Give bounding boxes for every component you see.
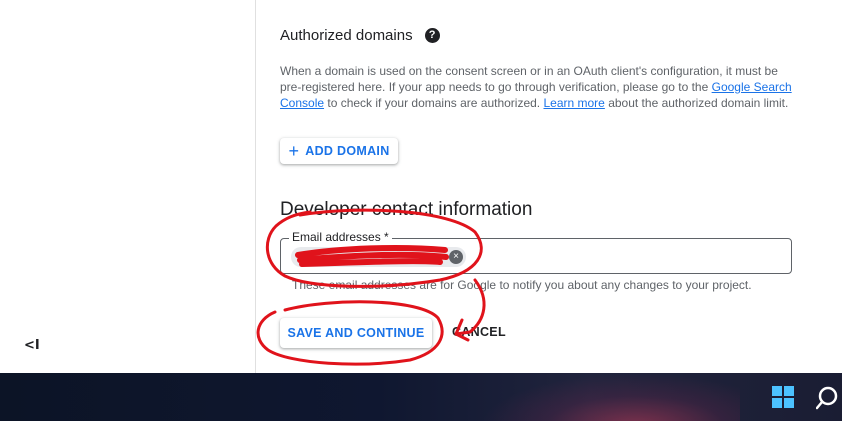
authorized-domains-title: Authorized domains	[280, 27, 413, 44]
plus-icon: +	[288, 141, 300, 161]
windows-start-icon[interactable]	[772, 386, 794, 408]
help-icon[interactable]: ?	[424, 28, 440, 43]
description-text: to check if your domains are authorized.	[324, 96, 544, 110]
learn-more-link[interactable]: Learn more	[543, 96, 604, 110]
start-icon-square	[784, 386, 794, 396]
authorized-domains-heading: Authorized domains ?	[280, 27, 440, 44]
add-domain-label: ADD DOMAIN	[305, 144, 390, 158]
windows-taskbar	[0, 373, 842, 421]
cancel-button[interactable]: CANCEL	[452, 325, 506, 339]
developer-contact-title: Developer contact information	[280, 199, 533, 220]
email-hint: These email addresses are for Google to …	[292, 278, 752, 292]
start-icon-square	[772, 398, 782, 408]
email-chip[interactable]: ×	[291, 247, 466, 267]
add-domain-button[interactable]: + ADD DOMAIN	[280, 138, 398, 164]
left-sidebar: <I	[0, 0, 256, 373]
authorized-domains-description: When a domain is used on the consent scr…	[280, 63, 800, 111]
description-text: about the authorized domain limit.	[604, 96, 789, 110]
main-content: Authorized domains ? When a domain is us…	[257, 0, 842, 373]
description-text: When a domain is used on the consent scr…	[280, 64, 778, 94]
email-addresses-label: Email addresses *	[289, 230, 392, 244]
start-icon-square	[772, 386, 782, 396]
start-icon-square	[784, 398, 794, 408]
search-icon[interactable]	[816, 385, 842, 411]
chip-close-icon[interactable]: ×	[449, 250, 463, 264]
wallpaper-glow	[480, 373, 740, 421]
collapse-sidebar-icon[interactable]: <I	[24, 338, 42, 356]
email-addresses-field[interactable]: Email addresses * ×	[280, 230, 792, 274]
save-and-continue-button[interactable]: SAVE AND CONTINUE	[280, 318, 432, 348]
